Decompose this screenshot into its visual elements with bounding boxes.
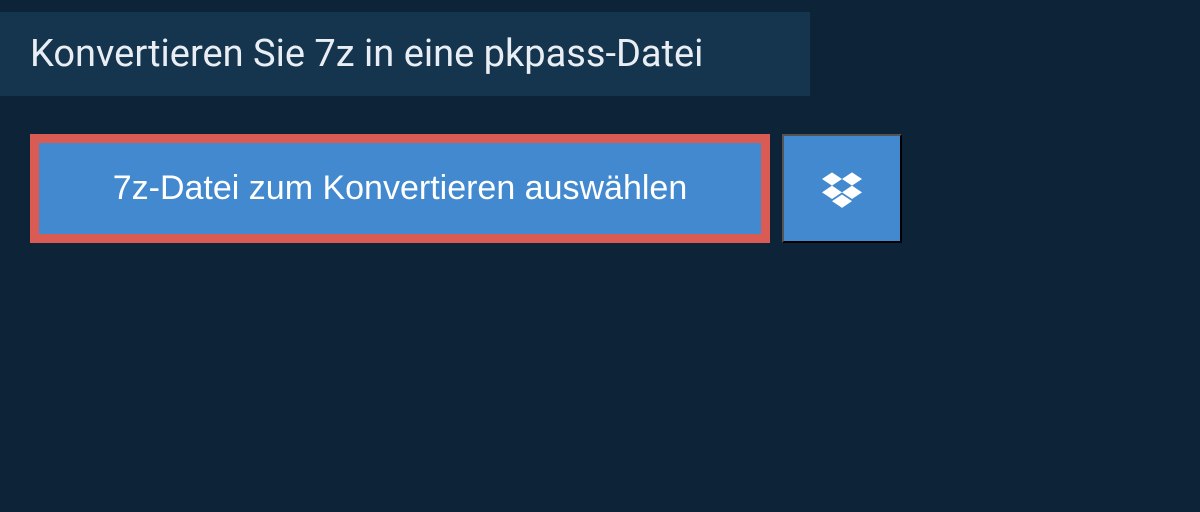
button-row: 7z-Datei zum Konvertieren auswählen bbox=[0, 96, 1200, 281]
select-file-button[interactable]: 7z-Datei zum Konvertieren auswählen bbox=[30, 134, 770, 243]
header-bar: Konvertieren Sie 7z in eine pkpass-Datei bbox=[0, 12, 810, 96]
dropbox-icon bbox=[822, 169, 862, 209]
dropbox-button[interactable] bbox=[782, 134, 902, 243]
select-file-label: 7z-Datei zum Konvertieren auswählen bbox=[113, 169, 688, 208]
page-title: Konvertieren Sie 7z in eine pkpass-Datei bbox=[30, 32, 780, 76]
